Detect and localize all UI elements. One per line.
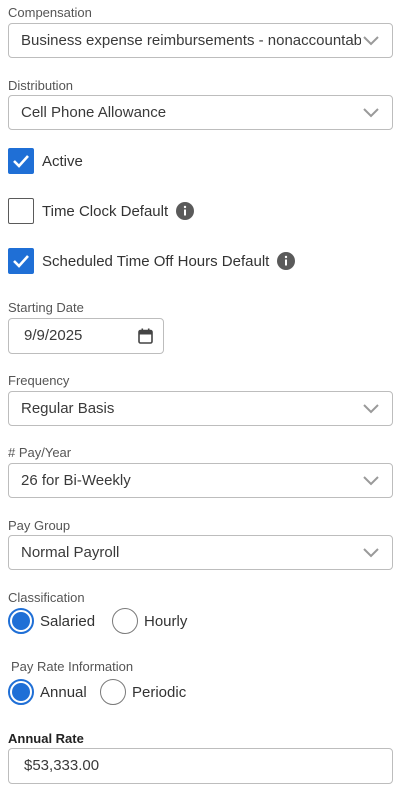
calendar-icon[interactable] <box>138 328 153 344</box>
chevron-down-icon <box>363 476 379 486</box>
hourly-label: Hourly <box>144 612 188 630</box>
classification-salaried-option[interactable]: Salaried <box>8 608 95 634</box>
annual-radio[interactable] <box>8 679 34 705</box>
compensation-label: Compensation <box>8 5 92 20</box>
chevron-down-icon <box>363 108 379 118</box>
checkmark-icon <box>13 255 29 268</box>
active-checkbox-row[interactable]: Active <box>8 148 83 174</box>
annual-rate-input[interactable]: $53,333.00 <box>8 748 393 784</box>
frequency-label: Frequency <box>8 373 70 388</box>
starting-date-value: 9/9/2025 <box>24 327 83 344</box>
distribution-value: Cell Phone Allowance <box>21 104 167 121</box>
time-clock-default-row[interactable]: Time Clock Default <box>8 198 195 224</box>
active-checkbox[interactable] <box>8 148 34 174</box>
scheduled-time-off-label: Scheduled Time Off Hours Default <box>42 252 270 270</box>
chevron-down-icon <box>363 36 379 46</box>
scheduled-time-off-checkbox[interactable] <box>8 248 34 274</box>
time-clock-default-checkbox[interactable] <box>8 198 34 224</box>
pay-rate-periodic-option[interactable]: Periodic <box>100 679 186 705</box>
classification-hourly-option[interactable]: Hourly <box>112 608 187 634</box>
annual-rate-value: $53,333.00 <box>24 757 100 774</box>
classification-label: Classification <box>8 590 85 605</box>
starting-date-label: Starting Date <box>8 300 84 315</box>
salaried-label: Salaried <box>40 612 96 630</box>
pay-group-select[interactable]: Normal Payroll <box>8 535 393 570</box>
pay-per-year-value: 26 for Bi-Weekly <box>21 472 131 489</box>
pay-per-year-select[interactable]: 26 for Bi-Weekly <box>8 463 393 498</box>
pay-group-value: Normal Payroll <box>21 544 120 561</box>
chevron-down-icon <box>363 404 379 414</box>
time-clock-default-label: Time Clock Default <box>42 202 169 220</box>
starting-date-input[interactable]: 9/9/2025 <box>8 318 164 354</box>
frequency-select[interactable]: Regular Basis <box>8 391 393 426</box>
info-icon[interactable] <box>176 202 195 220</box>
compensation-value: Business expense reimbursements - nonacc… <box>21 32 361 49</box>
compensation-select[interactable]: Business expense reimbursements - nonacc… <box>8 23 393 58</box>
chevron-down-icon <box>363 548 379 558</box>
frequency-value: Regular Basis <box>21 400 115 417</box>
annual-label: Annual <box>40 683 87 701</box>
active-label: Active <box>42 152 83 170</box>
distribution-label: Distribution <box>8 78 74 93</box>
checkmark-icon <box>13 155 29 168</box>
pay-group-label: Pay Group <box>8 518 71 533</box>
annual-rate-label: Annual Rate <box>8 731 84 746</box>
pay-rate-information-label: Pay Rate Information <box>11 659 134 674</box>
periodic-label: Periodic <box>132 683 187 701</box>
pay-rate-annual-option[interactable]: Annual <box>8 679 87 705</box>
info-icon[interactable] <box>277 252 296 270</box>
periodic-radio[interactable] <box>100 679 126 705</box>
salaried-radio[interactable] <box>8 608 34 634</box>
pay-per-year-label: # Pay/Year <box>8 445 72 460</box>
scheduled-time-off-row[interactable]: Scheduled Time Off Hours Default <box>8 248 296 274</box>
distribution-select[interactable]: Cell Phone Allowance <box>8 95 393 130</box>
hourly-radio[interactable] <box>112 608 138 634</box>
